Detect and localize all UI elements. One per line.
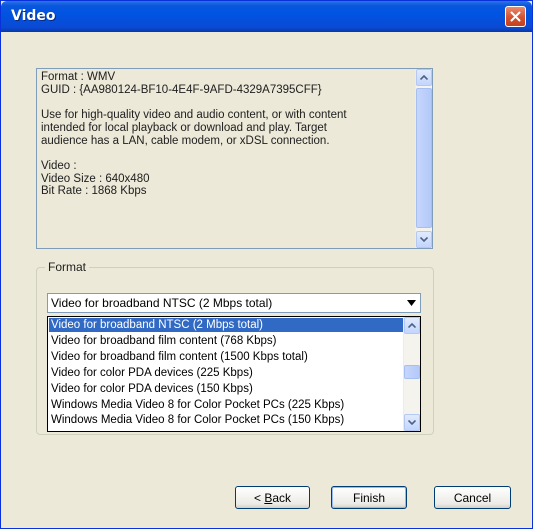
description-line: GUID : {AA980124-BF10-4E4F-9AFD-4329A739…	[41, 83, 322, 96]
dropdown-scrollbar[interactable]	[403, 317, 420, 431]
description-line: audience has a LAN, cable modem, or xDSL…	[41, 134, 330, 147]
finish-button-label: Finish	[352, 490, 385, 505]
description-scrollbar[interactable]	[415, 69, 432, 248]
format-group-label: Format	[45, 260, 90, 274]
description-line: Use for high-quality video and audio con…	[41, 109, 347, 122]
format-option[interactable]: Windows Media Video 8 for Color Pocket P…	[49, 398, 403, 412]
back-button-prefix: <	[253, 490, 265, 505]
arrow-up-icon	[408, 323, 416, 328]
format-option[interactable]: Video for color PDA devices (150 Kbps)	[49, 382, 403, 396]
description-line	[41, 96, 409, 109]
back-button-label: ack	[272, 490, 292, 505]
format-option[interactable]: Video for broadband NTSC (2 Mbps total)	[49, 318, 403, 333]
dropdown-scroll-up-button[interactable]	[404, 317, 420, 334]
window-title: Video	[11, 8, 56, 24]
format-combobox[interactable]: Video for broadband NTSC (2 Mbps total)	[47, 293, 421, 313]
arrow-down-icon	[420, 237, 428, 242]
description-line: Video :	[41, 159, 77, 172]
description-line	[41, 147, 409, 160]
description-scroll-up-button[interactable]	[416, 69, 432, 86]
dropdown-scroll-down-button[interactable]	[404, 414, 420, 431]
format-description-box[interactable]: Format : WMV GUID : {AA980124-BF10-4E4F-9…	[36, 68, 433, 249]
format-option[interactable]: Video for color PDA devices (225 Kbps)	[49, 366, 403, 380]
close-icon	[510, 11, 521, 22]
format-combobox-dropdown-button[interactable]	[403, 295, 419, 311]
description-line: Bit Rate : 1868 Kbps	[41, 185, 147, 198]
format-option[interactable]: Windows Media Video 8 for Color Pocket P…	[49, 413, 403, 427]
arrow-up-icon	[420, 75, 428, 80]
format-option[interactable]: Video for broadband film content (768 Kb…	[49, 334, 403, 348]
format-description-text: Format : WMV GUID : {AA980124-BF10-4E4F-9…	[41, 71, 409, 198]
description-line: intended for local playback or download …	[41, 121, 327, 134]
description-scroll-thumb[interactable]	[416, 88, 432, 228]
title-bar[interactable]: Video	[1, 1, 532, 32]
cancel-button-label: Cancel	[453, 490, 492, 505]
description-line: Format : WMV	[41, 71, 116, 83]
description-line: Video Size : 640x480	[41, 172, 150, 185]
chevron-down-icon	[406, 300, 416, 306]
video-dialog: Video Format : WMV GUID : {AA980124-BF10-…	[0, 0, 533, 529]
format-option[interactable]: Video for broadband film content (1500 K…	[49, 350, 403, 364]
arrow-down-icon	[408, 420, 416, 425]
description-scroll-down-button[interactable]	[416, 231, 432, 248]
cancel-button[interactable]: Cancel	[434, 486, 511, 509]
back-button[interactable]: < Back	[235, 486, 310, 509]
close-button[interactable]	[505, 6, 526, 27]
finish-button[interactable]: Finish	[331, 486, 407, 509]
format-dropdown-list[interactable]: Video for broadband NTSC (2 Mbps total) V…	[47, 316, 421, 432]
back-button-accelerator: B	[264, 490, 273, 505]
dropdown-scroll-thumb[interactable]	[404, 365, 420, 379]
format-combobox-value: Video for broadband NTSC (2 Mbps total)	[51, 296, 273, 310]
